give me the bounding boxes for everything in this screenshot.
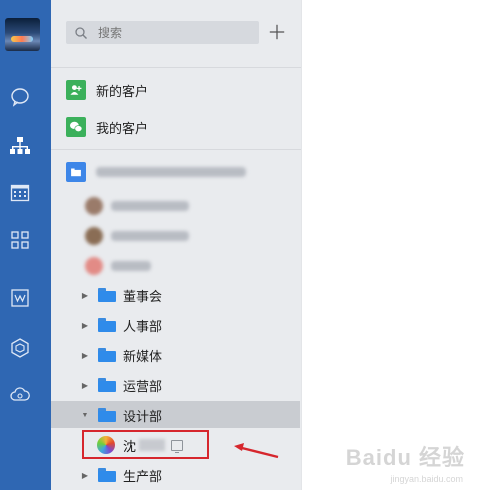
apps-grid-icon[interactable] xyxy=(9,229,31,251)
member-item[interactable] xyxy=(51,191,301,221)
watermark: Baidu 经验 xyxy=(345,445,465,470)
user-avatar[interactable] xyxy=(5,18,40,51)
dept-label: 新媒体 xyxy=(123,348,163,364)
dept-item-production[interactable]: ▶ 生产部 xyxy=(51,460,300,490)
dept-label: 生产部 xyxy=(123,468,163,484)
my-customers-item[interactable]: 我的客户 xyxy=(51,112,301,142)
add-contact-icon xyxy=(66,80,86,100)
folder-icon xyxy=(98,408,116,422)
divider xyxy=(51,67,301,68)
expand-caret-icon[interactable]: ▶ xyxy=(82,381,88,390)
folder-icon xyxy=(98,288,116,302)
collapse-caret-icon[interactable]: ▼ xyxy=(82,412,89,419)
add-icon[interactable] xyxy=(267,22,287,42)
new-customers-label: 新的客户 xyxy=(96,83,149,99)
dept-item-board[interactable]: ▶ 董事会 xyxy=(51,280,301,310)
new-customers-item[interactable]: 新的客户 xyxy=(51,75,301,105)
divider xyxy=(51,149,301,150)
my-customers-label: 我的客户 xyxy=(96,120,149,136)
redacted-member-name xyxy=(111,261,151,271)
annotation-box xyxy=(82,430,209,459)
dept-item-design[interactable]: ▼ 设计部 xyxy=(51,400,300,430)
dept-label: 董事会 xyxy=(123,288,163,304)
member-avatar xyxy=(85,257,103,275)
watermark-url: jingyan.baidu.com xyxy=(390,474,463,484)
folder-icon xyxy=(98,348,116,362)
expand-caret-icon[interactable]: ▶ xyxy=(82,291,88,300)
member-item[interactable] xyxy=(51,251,301,281)
left-rail xyxy=(0,0,51,490)
expand-caret-icon[interactable]: ▶ xyxy=(82,321,88,330)
dept-item-hr[interactable]: ▶ 人事部 xyxy=(51,310,301,340)
cloud-icon[interactable] xyxy=(9,384,31,406)
dept-label: 人事部 xyxy=(123,318,163,334)
redacted-member-name xyxy=(111,201,189,211)
org-chart-icon[interactable] xyxy=(9,135,31,157)
folder-icon xyxy=(98,468,116,482)
member-item[interactable] xyxy=(51,221,301,251)
redacted-member-name xyxy=(111,231,189,241)
folder-icon xyxy=(98,378,116,392)
member-avatar xyxy=(85,227,103,245)
wechat-icon xyxy=(66,117,86,137)
chat-icon[interactable] xyxy=(9,86,31,108)
company-root-item[interactable] xyxy=(51,157,301,187)
dept-item-operations[interactable]: ▶ 运营部 xyxy=(51,370,301,400)
dept-label: 运营部 xyxy=(123,378,163,394)
search-input[interactable] xyxy=(96,24,250,41)
expand-caret-icon[interactable]: ▶ xyxy=(82,351,88,360)
doc-icon[interactable] xyxy=(9,287,31,309)
annotation-arrow-icon xyxy=(234,443,279,459)
folder-icon xyxy=(98,318,116,332)
company-folder-icon xyxy=(66,162,86,182)
member-avatar xyxy=(85,197,103,215)
dept-item-new-media[interactable]: ▶ 新媒体 xyxy=(51,340,301,370)
calendar-icon[interactable] xyxy=(9,182,31,204)
redacted-company-name xyxy=(96,167,246,177)
search-icon xyxy=(75,26,87,39)
cube-icon[interactable] xyxy=(9,337,31,359)
dept-label: 设计部 xyxy=(123,408,163,424)
expand-caret-icon[interactable]: ▶ xyxy=(82,471,88,480)
search-box[interactable] xyxy=(66,21,259,44)
